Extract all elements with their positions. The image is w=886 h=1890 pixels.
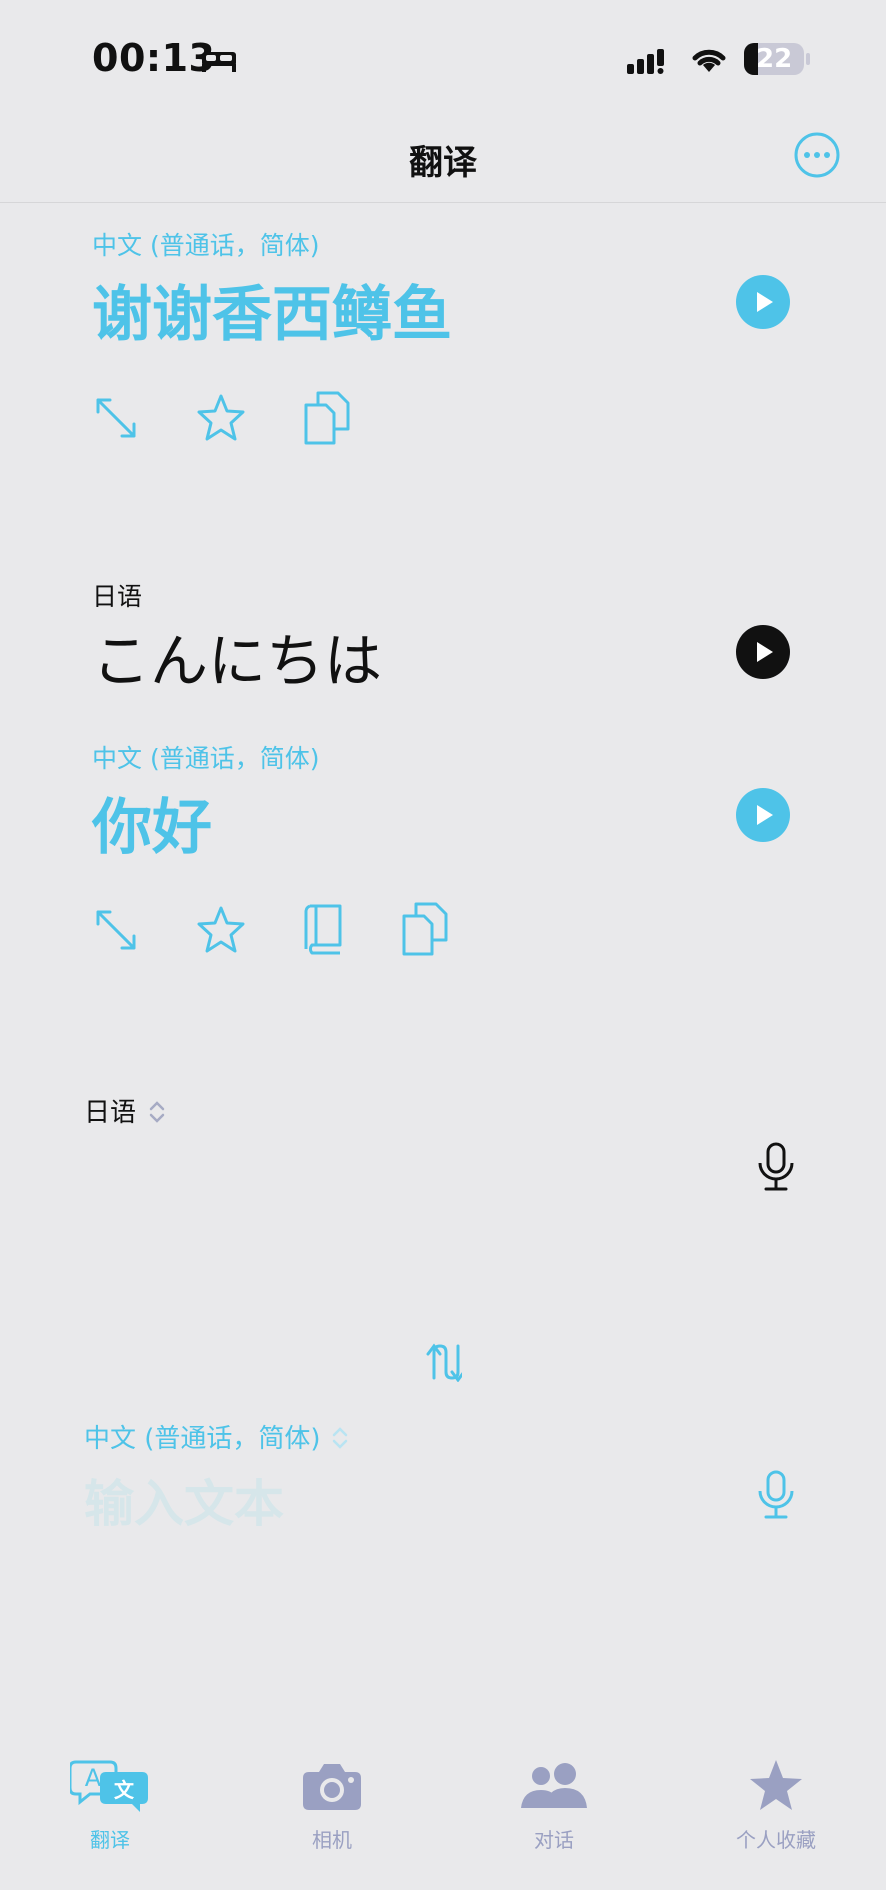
- tab-conversation-label: 对话: [534, 1828, 574, 1852]
- source-language-label: 日语: [84, 1098, 137, 1128]
- history-1-translation-lang: 中文 (普通话，简体): [92, 231, 320, 260]
- microphone-source-icon[interactable]: [756, 1141, 796, 1193]
- history-2-source-lang: 日语: [92, 582, 143, 611]
- play-translation-2-icon[interactable]: [736, 788, 790, 842]
- target-language-label: 中文 (普通话，简体): [84, 1424, 321, 1454]
- tab-camera[interactable]: 相机: [242, 1758, 422, 1853]
- more-options-icon[interactable]: [793, 131, 841, 179]
- cellular-signal-icon: [627, 49, 664, 74]
- tab-favorites[interactable]: 个人收藏: [686, 1758, 866, 1853]
- battery-level: 22: [756, 44, 793, 74]
- camera-icon: [303, 1764, 361, 1810]
- history-1-translation-text: 谢谢香西鳟鱼: [92, 280, 452, 350]
- star-filled-icon: [750, 1760, 802, 1810]
- favorite-star-2-icon[interactable]: [196, 905, 246, 955]
- tab-camera-label: 相机: [312, 1828, 352, 1852]
- favorite-star-1-icon[interactable]: [196, 393, 246, 443]
- battery-icon: 22: [744, 43, 804, 75]
- chevron-up-down-icon: [332, 1427, 348, 1449]
- chevron-up-down-icon: [150, 1101, 165, 1123]
- svg-text:文: 文: [114, 1778, 135, 1802]
- tab-translate-label: 翻译: [90, 1828, 130, 1852]
- tab-favorites-label: 个人收藏: [736, 1828, 816, 1852]
- play-source-2-icon[interactable]: [736, 625, 790, 679]
- expand-1-icon[interactable]: [94, 396, 138, 440]
- status-time: 00:13: [92, 36, 216, 80]
- tab-conversation[interactable]: 对话: [464, 1758, 644, 1853]
- swap-languages-icon[interactable]: [424, 1342, 462, 1382]
- page-title: 翻译: [409, 143, 477, 183]
- expand-2-icon[interactable]: [94, 908, 138, 952]
- copy-2-icon[interactable]: [400, 900, 450, 958]
- battery-tip: [806, 53, 810, 65]
- translate-icon: A 文: [68, 1760, 148, 1812]
- history-2-translation-text: 你好: [92, 793, 212, 863]
- dictionary-book-icon[interactable]: [302, 903, 346, 955]
- svg-text:A: A: [85, 1764, 102, 1792]
- people-icon: [521, 1763, 587, 1808]
- target-language-selector[interactable]: 中文 (普通话，简体): [84, 1418, 349, 1455]
- text-input[interactable]: 输入文本: [84, 1464, 284, 1536]
- sleep-bed-icon: [202, 52, 236, 72]
- play-translation-1-icon[interactable]: [736, 275, 790, 329]
- history-2-translation-lang: 中文 (普通话，简体): [92, 744, 320, 773]
- source-language-selector[interactable]: 日语: [84, 1092, 166, 1129]
- wifi-icon: [692, 49, 726, 72]
- tab-translate[interactable]: A 文 翻译: [20, 1758, 200, 1853]
- copy-1-icon[interactable]: [302, 389, 352, 447]
- microphone-target-icon[interactable]: [756, 1469, 796, 1521]
- history-2-source-text: こんにちは: [92, 627, 383, 695]
